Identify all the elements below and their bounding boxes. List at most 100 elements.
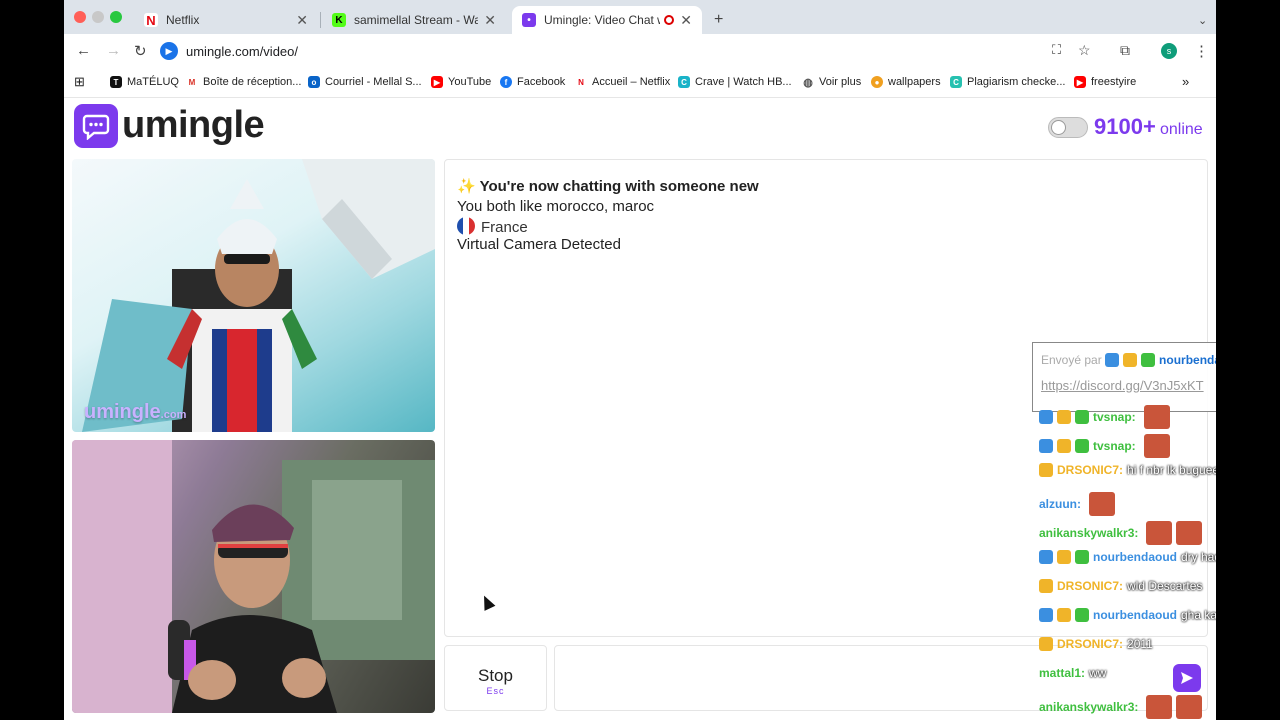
overlay-username: mattal1: [1039,666,1086,680]
bookmark-freestyire[interactable]: ▶ freestyire [1074,76,1136,88]
overlay-username: nourbendaoud [1093,608,1177,622]
send-button[interactable] [1173,664,1201,692]
bookmark-netflix[interactable]: N Accueil – Netflix [575,76,670,88]
overlay-username: DRSONIC7: [1057,579,1124,593]
netflix-icon: N [144,13,158,28]
crown-icon [1039,579,1053,593]
crown-icon [1039,463,1053,477]
user-badge-icon [1039,608,1053,622]
bookmark-plagiarism[interactable]: C Plagiarism checke... [950,76,1065,88]
system-message: ✨ You're now chatting with someone new [457,178,759,195]
outlook-icon: o [308,76,320,88]
recording-icon [664,15,675,25]
translate-icon[interactable]: ⛶ [1052,42,1061,58]
user-badge-icon [1057,410,1071,424]
online-label: online [1160,121,1203,138]
plagiarism-icon: C [950,76,962,88]
forward-arrow-icon[interactable]: → [106,42,121,59]
tab-umingle[interactable]: • Umingle: Video Chat with ✕ [512,6,702,34]
send-icon [1181,672,1193,684]
emote-icon [1089,492,1115,516]
crave-icon: C [678,76,690,88]
umingle-watermark: umingle.com [84,401,187,423]
overlay-chat-line: mattal1: ww [1039,666,1106,680]
tab-search-chevron-icon[interactable]: ⌄ [1188,6,1216,34]
netflix-icon: N [575,76,587,88]
overlay-username: DRSONIC7: [1057,637,1124,651]
user-badge-icon [1057,550,1071,564]
close-tab-icon[interactable]: ✕ [296,12,308,29]
overlay-chat-line: DRSONIC7: wld Descartes [1039,579,1202,593]
crown-icon [1039,637,1053,651]
bookmark-crave[interactable]: C Crave | Watch HB... [678,76,792,88]
overlay-message-text: ww [1089,666,1107,680]
crown-icon [1123,353,1138,367]
bookmark-wallpapers[interactable]: ● wallpapers [871,76,941,88]
overlay-chat-line: DRSONIC7:hi f nbr lk bugueerrrr [1039,463,1216,477]
umingle-logo-icon[interactable] [74,104,118,148]
france-flag-icon [457,217,475,235]
pinned-message-box: Envoyé par nourbendaoud https://discord.… [1032,342,1216,412]
bookmark-facebook[interactable]: f Facebook [500,76,565,88]
overlay-message-text: wld Descartes [1127,579,1203,593]
online-count: 9100+ [1094,114,1156,139]
bookmark-voir-plus[interactable]: ◍ Voir plus [802,76,861,89]
bookmark-gmail[interactable]: M Boîte de réception... [186,76,301,88]
menu-kebab-icon[interactable]: ⋮ [1194,42,1209,60]
youtube-icon: ▶ [1074,76,1086,88]
more-bookmarks-chevron-icon[interactable]: » [1182,74,1189,89]
brand-name[interactable]: umingle [122,104,265,147]
stop-hint: Esc [486,686,505,696]
umingle-icon: • [522,13,536,27]
overlay-chat-line: DRSONIC7: 2011 [1039,637,1153,651]
back-arrow-icon[interactable]: ← [76,42,91,59]
pinned-link[interactable]: https://discord.gg/V3nJ5xKT [1041,378,1204,393]
address-bar[interactable]: ▶ umingle.com/video/ [160,38,1110,64]
close-tab-icon[interactable]: ✕ [484,12,496,29]
reload-icon[interactable]: ↻ [134,42,147,60]
overlay-chat-line: nourbendaoud gha kandhik [1039,608,1216,622]
bookmark-outlook[interactable]: o Courriel - Mellal S... [308,76,422,88]
user-badge-icon [1075,439,1089,453]
pinned-header: Envoyé par nourbendaoud [1041,353,1216,367]
overlay-chat-line: tvsnap: [1039,434,1170,458]
bookmark-mateluq[interactable]: T MaTÉLUQ [110,76,179,88]
new-tab-button[interactable]: + [704,6,733,34]
bookmark-star-icon[interactable]: ☆ [1078,42,1091,59]
overlay-chat-line: nourbendaoud dry hada [1039,550,1216,564]
self-video [72,440,435,713]
maximize-window-button[interactable] [110,11,122,23]
emote-icon [1146,695,1173,719]
tab-netflix[interactable]: N Netflix ✕ [134,6,318,34]
overlay-chat-line: anikanskywalkr3: [1039,695,1203,719]
country-message: France [457,217,528,236]
tab-kick-stream[interactable]: K samimellal Stream - Watch Li ✕ [322,6,506,34]
user-badge-icon [1039,550,1053,564]
browser-window: N Netflix ✕ K samimellal Stream - Watch … [64,0,1216,720]
extensions-icon[interactable]: ⧉ [1120,42,1130,59]
profile-avatar[interactable]: s [1161,43,1177,59]
tab-title: samimellal Stream - Watch Li [354,13,479,27]
tab-title: Umingle: Video Chat with [544,13,660,27]
close-window-button[interactable] [74,11,86,23]
overlay-username: nourbendaoud [1093,550,1177,564]
overlay-chat-line: alzuun: [1039,492,1115,516]
tab-title: Netflix [166,13,200,27]
emote-icon [1176,695,1203,719]
overlay-username: tvsnap: [1093,410,1136,424]
apps-grid-icon[interactable]: ⊞ [74,74,85,90]
bookmark-youtube[interactable]: ▶ YouTube [431,76,491,88]
overlay-username: alzuun: [1039,497,1081,511]
url-text: umingle.com/video/ [186,43,298,59]
overlay-message-text: gha kandhik [1181,608,1216,622]
theme-toggle[interactable] [1048,117,1088,138]
close-tab-icon[interactable]: ✕ [680,12,692,29]
user-badge-icon [1039,410,1053,424]
stop-button[interactable]: Stop Esc [444,645,547,711]
emote-icon [1176,521,1203,545]
stranger-video: umingle.com [72,159,435,432]
emote-icon [1146,521,1173,545]
site-info-icon[interactable]: ▶ [160,42,178,60]
minimize-window-button[interactable] [92,11,104,23]
overlay-message-text: dry hada [1181,550,1216,564]
